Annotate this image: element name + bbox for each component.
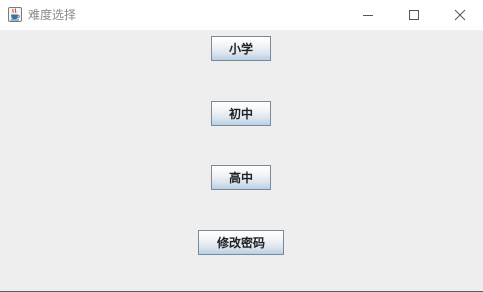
content-panel: 小学 初中 高中 修改密码: [0, 30, 483, 291]
close-icon: [454, 6, 466, 25]
window-title: 难度选择: [28, 8, 77, 22]
minimize-icon: [362, 6, 374, 25]
maximize-button[interactable]: [391, 0, 437, 30]
change-password-button[interactable]: 修改密码: [198, 230, 284, 255]
senior-high-button[interactable]: 高中: [211, 165, 271, 190]
title-bar[interactable]: 难度选择: [0, 0, 483, 30]
minimize-button[interactable]: [345, 0, 391, 30]
difficulty-select-window: 难度选择 小学 初中 高中 修改密码: [0, 0, 483, 292]
java-cup-icon: [8, 7, 22, 22]
maximize-icon: [408, 6, 420, 25]
primary-school-button[interactable]: 小学: [211, 36, 271, 61]
junior-high-button[interactable]: 初中: [211, 101, 271, 126]
close-button[interactable]: [437, 0, 483, 30]
